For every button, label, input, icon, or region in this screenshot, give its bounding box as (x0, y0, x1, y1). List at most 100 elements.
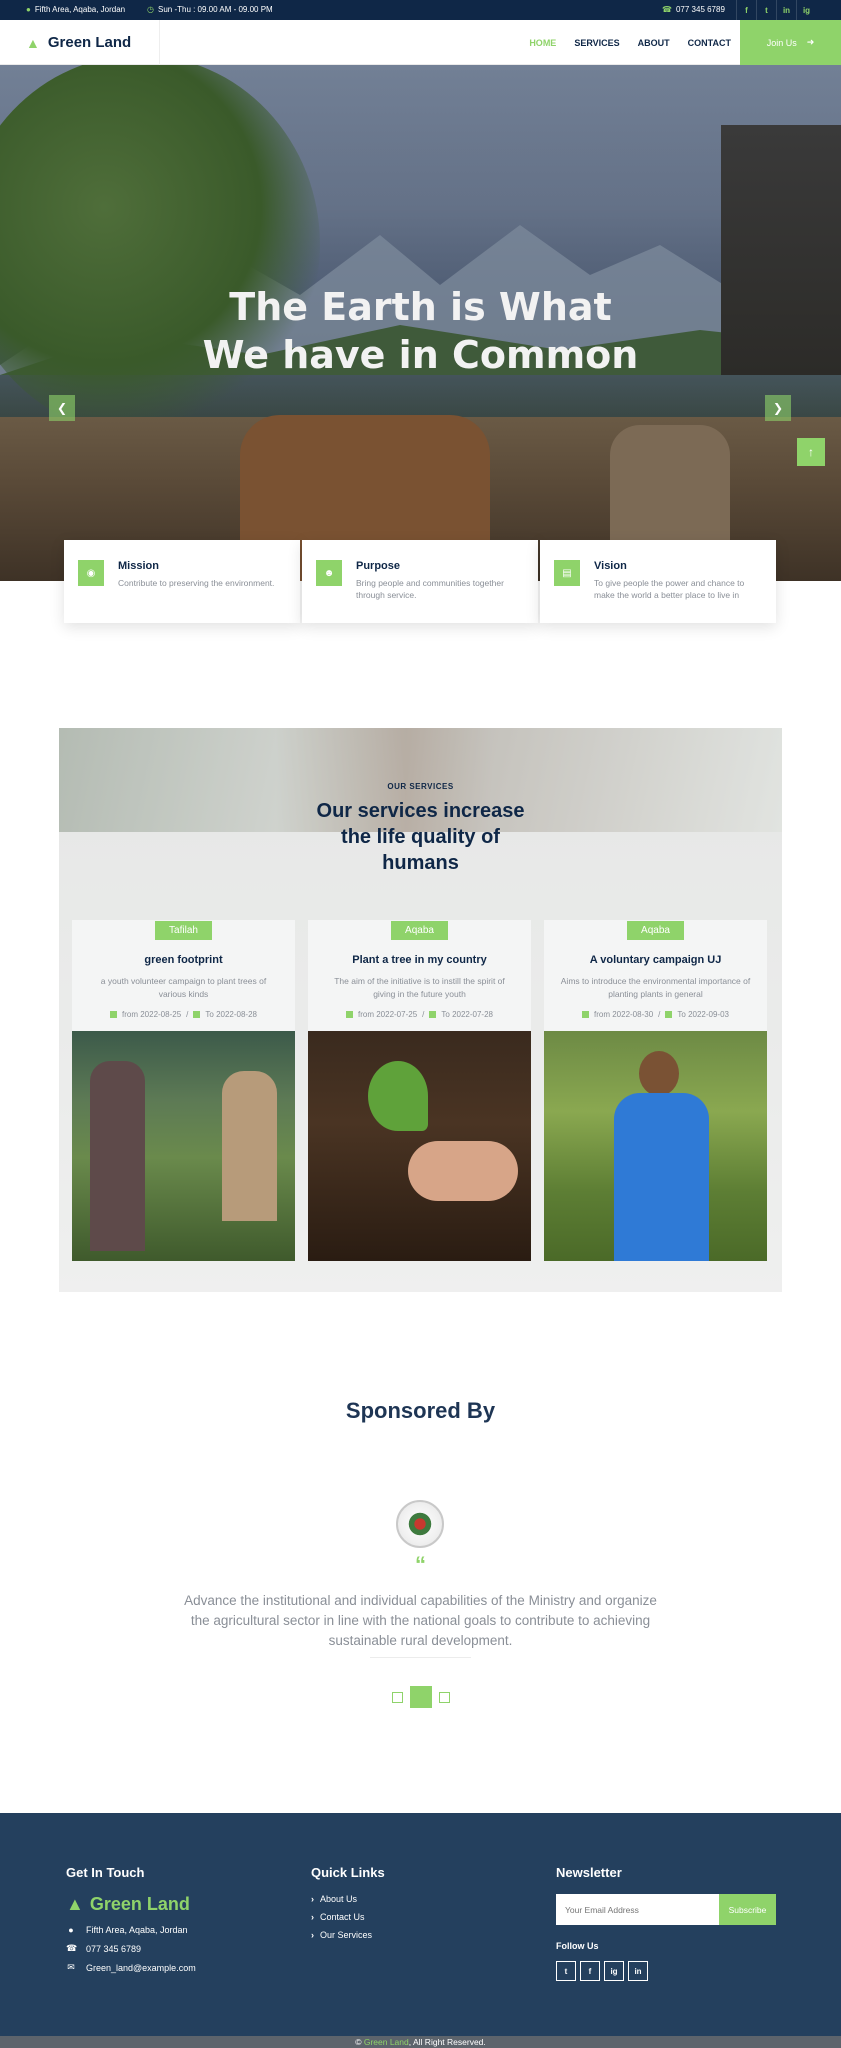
instagram-icon[interactable]: ig (796, 0, 816, 20)
emblem-graphic (407, 1511, 433, 1537)
hero-title-line-2: We have in Common (202, 333, 639, 377)
nav-home[interactable]: HOME (529, 38, 556, 48)
footer-contact: Get In Touch ▲ Green Land ● Fifth Area, … (66, 1813, 196, 1981)
facebook-icon[interactable]: f (580, 1961, 600, 1981)
newsletter-email-input[interactable] (556, 1894, 719, 1925)
footer-newsletter: Newsletter Subscribe Follow Us t f ig in (556, 1813, 776, 1981)
footer-link-about[interactable]: › About Us (311, 1894, 385, 1904)
map-pin-icon: ● (68, 1925, 74, 1935)
feature-vision: ▤ Vision To give people the power and ch… (540, 540, 776, 623)
nav-links: HOME SERVICES ABOUT CONTACT (529, 20, 731, 65)
location-tag: Aqaba (627, 921, 684, 940)
ministry-logo (396, 1500, 444, 1548)
nav-about[interactable]: ABOUT (638, 38, 670, 48)
service-text: a youth volunteer campaign to plant tree… (100, 976, 267, 999)
linkedin-icon[interactable]: in (776, 0, 796, 20)
chevron-right-icon: › (311, 1894, 314, 1904)
top-bar: ● Fifth Area, Aqaba, Jordan ◷ Sun -Thu :… (0, 0, 841, 20)
footer: Get In Touch ▲ Green Land ● Fifth Area, … (0, 1813, 841, 2036)
footer-link-label: Our Services (320, 1930, 373, 1940)
footer-link-contact[interactable]: › Contact Us (311, 1912, 385, 1922)
date-separator: / (658, 1010, 661, 1019)
phone-icon: ☎ (66, 1943, 78, 1953)
footer-phone-text: 077 345 6789 (86, 1943, 142, 1954)
service-card[interactable]: Aqaba Plant a tree in my country The aim… (308, 920, 531, 1261)
twitter-icon[interactable]: t (556, 1961, 576, 1981)
calendar-icon (582, 1011, 589, 1018)
footer-phone[interactable]: ☎ 077 345 6789 (66, 1943, 196, 1954)
linkedin-icon[interactable]: in (628, 1961, 648, 1981)
join-us-button[interactable]: Join Us ➜ (740, 20, 841, 65)
hands-graphic (408, 1141, 518, 1201)
footer-email[interactable]: ✉ Green_land@example.com (66, 1962, 196, 1973)
slider-next-button[interactable]: ❯ (765, 395, 791, 421)
slider-prev-button[interactable]: ❮ (49, 395, 75, 421)
arrow-right-icon: ➜ (806, 37, 815, 47)
footer-quick-links: Quick Links › About Us › Contact Us › Ou… (311, 1813, 385, 1948)
calendar-icon (429, 1011, 437, 1018)
head-graphic (639, 1051, 679, 1096)
carousel-dot-active[interactable] (409, 1686, 432, 1708)
volunteers-planting-photo (72, 1031, 295, 1261)
footer-brand-name: Green Land (89, 1894, 190, 1914)
map-pin-icon: ● (26, 5, 31, 14)
volunteer-photo (544, 1031, 767, 1261)
newsletter-form: Subscribe (556, 1894, 776, 1925)
tree-icon: ▲ (26, 34, 40, 51)
brand-name: Green Land (47, 34, 132, 51)
clock-icon: ◷ (147, 5, 154, 14)
topbar-hours-text: Sun -Thu : 09.00 AM - 09.00 PM (157, 5, 273, 14)
carousel-dots (0, 1686, 841, 1708)
topbar-address: ● Fifth Area, Aqaba, Jordan (26, 0, 125, 20)
topbar-address-text: Fifth Area, Aqaba, Jordan (34, 5, 126, 14)
chevron-right-icon: › (311, 1930, 314, 1940)
instagram-icon[interactable]: ig (604, 1961, 624, 1981)
copyright-brand-link[interactable]: Green Land (364, 2037, 409, 2047)
services-kicker: OUR SERVICES (387, 782, 454, 791)
date-from: from 2022-08-30 (594, 1010, 654, 1019)
twitter-icon[interactable]: t (756, 0, 776, 20)
footer-address: ● Fifth Area, Aqaba, Jordan (66, 1925, 196, 1935)
footer-address-text: Fifth Area, Aqaba, Jordan (86, 1925, 188, 1935)
document-icon: ▤ (554, 560, 580, 586)
topbar-phone[interactable]: ☎ 077 345 6789 (662, 0, 725, 20)
services-title-line-1: Our services increase (316, 800, 525, 822)
service-title[interactable]: Plant a tree in my country (308, 954, 531, 966)
service-card[interactable]: Aqaba A voluntary campaign UJ Aims to in… (544, 920, 767, 1261)
tree-icon: ▲ (66, 1894, 84, 1914)
newsletter-title: Newsletter (556, 1865, 622, 1880)
footer-brand[interactable]: ▲ Green Land (66, 1894, 196, 1915)
service-card[interactable]: Tafilah green footprint a youth voluntee… (72, 920, 295, 1261)
feature-text: To give people the power and chance to m… (594, 578, 745, 600)
copyright-bar: © Green Land, All Right Reserved. (0, 2036, 841, 2048)
footer-social: t f ig in (556, 1961, 776, 1981)
chevron-right-icon: › (311, 1912, 314, 1922)
service-title[interactable]: green footprint (72, 954, 295, 966)
facebook-icon[interactable]: f (736, 0, 756, 20)
nav-services[interactable]: SERVICES (574, 38, 619, 48)
envelope-icon: ✉ (67, 1962, 75, 1972)
carousel-dot[interactable] (391, 1691, 403, 1703)
footer-link-services[interactable]: › Our Services (311, 1930, 385, 1940)
calendar-icon (665, 1011, 673, 1018)
quote-icon: “ (415, 1552, 426, 1577)
carousel-dot[interactable] (438, 1691, 450, 1703)
calendar-icon (346, 1011, 353, 1018)
services-title-line-3: humans (382, 852, 459, 874)
nav-contact[interactable]: CONTACT (688, 38, 731, 48)
calendar-icon (193, 1011, 201, 1018)
date-from: from 2022-07-25 (358, 1010, 418, 1019)
service-dates: from 2022-08-30 / To 2022-09-03 (544, 1010, 767, 1019)
date-to: To 2022-09-03 (677, 1010, 729, 1019)
subscribe-button[interactable]: Subscribe (719, 1894, 776, 1925)
topbar-phone-text: 077 345 6789 (675, 5, 725, 14)
brand-logo[interactable]: ▲ Green Land (0, 20, 160, 65)
service-dates: from 2022-07-25 / To 2022-07-28 (308, 1010, 531, 1019)
topbar-hours: ◷ Sun -Thu : 09.00 AM - 09.00 PM (147, 0, 273, 20)
back-to-top-button[interactable]: ↑ (797, 438, 825, 466)
service-title[interactable]: A voluntary campaign UJ (544, 954, 767, 966)
service-dates: from 2022-08-25 / To 2022-08-28 (72, 1010, 295, 1019)
target-icon: ◉ (78, 560, 104, 586)
footer-email-text: Green_land@example.com (86, 1962, 196, 1973)
volunteer-shirt-graphic (614, 1093, 709, 1261)
